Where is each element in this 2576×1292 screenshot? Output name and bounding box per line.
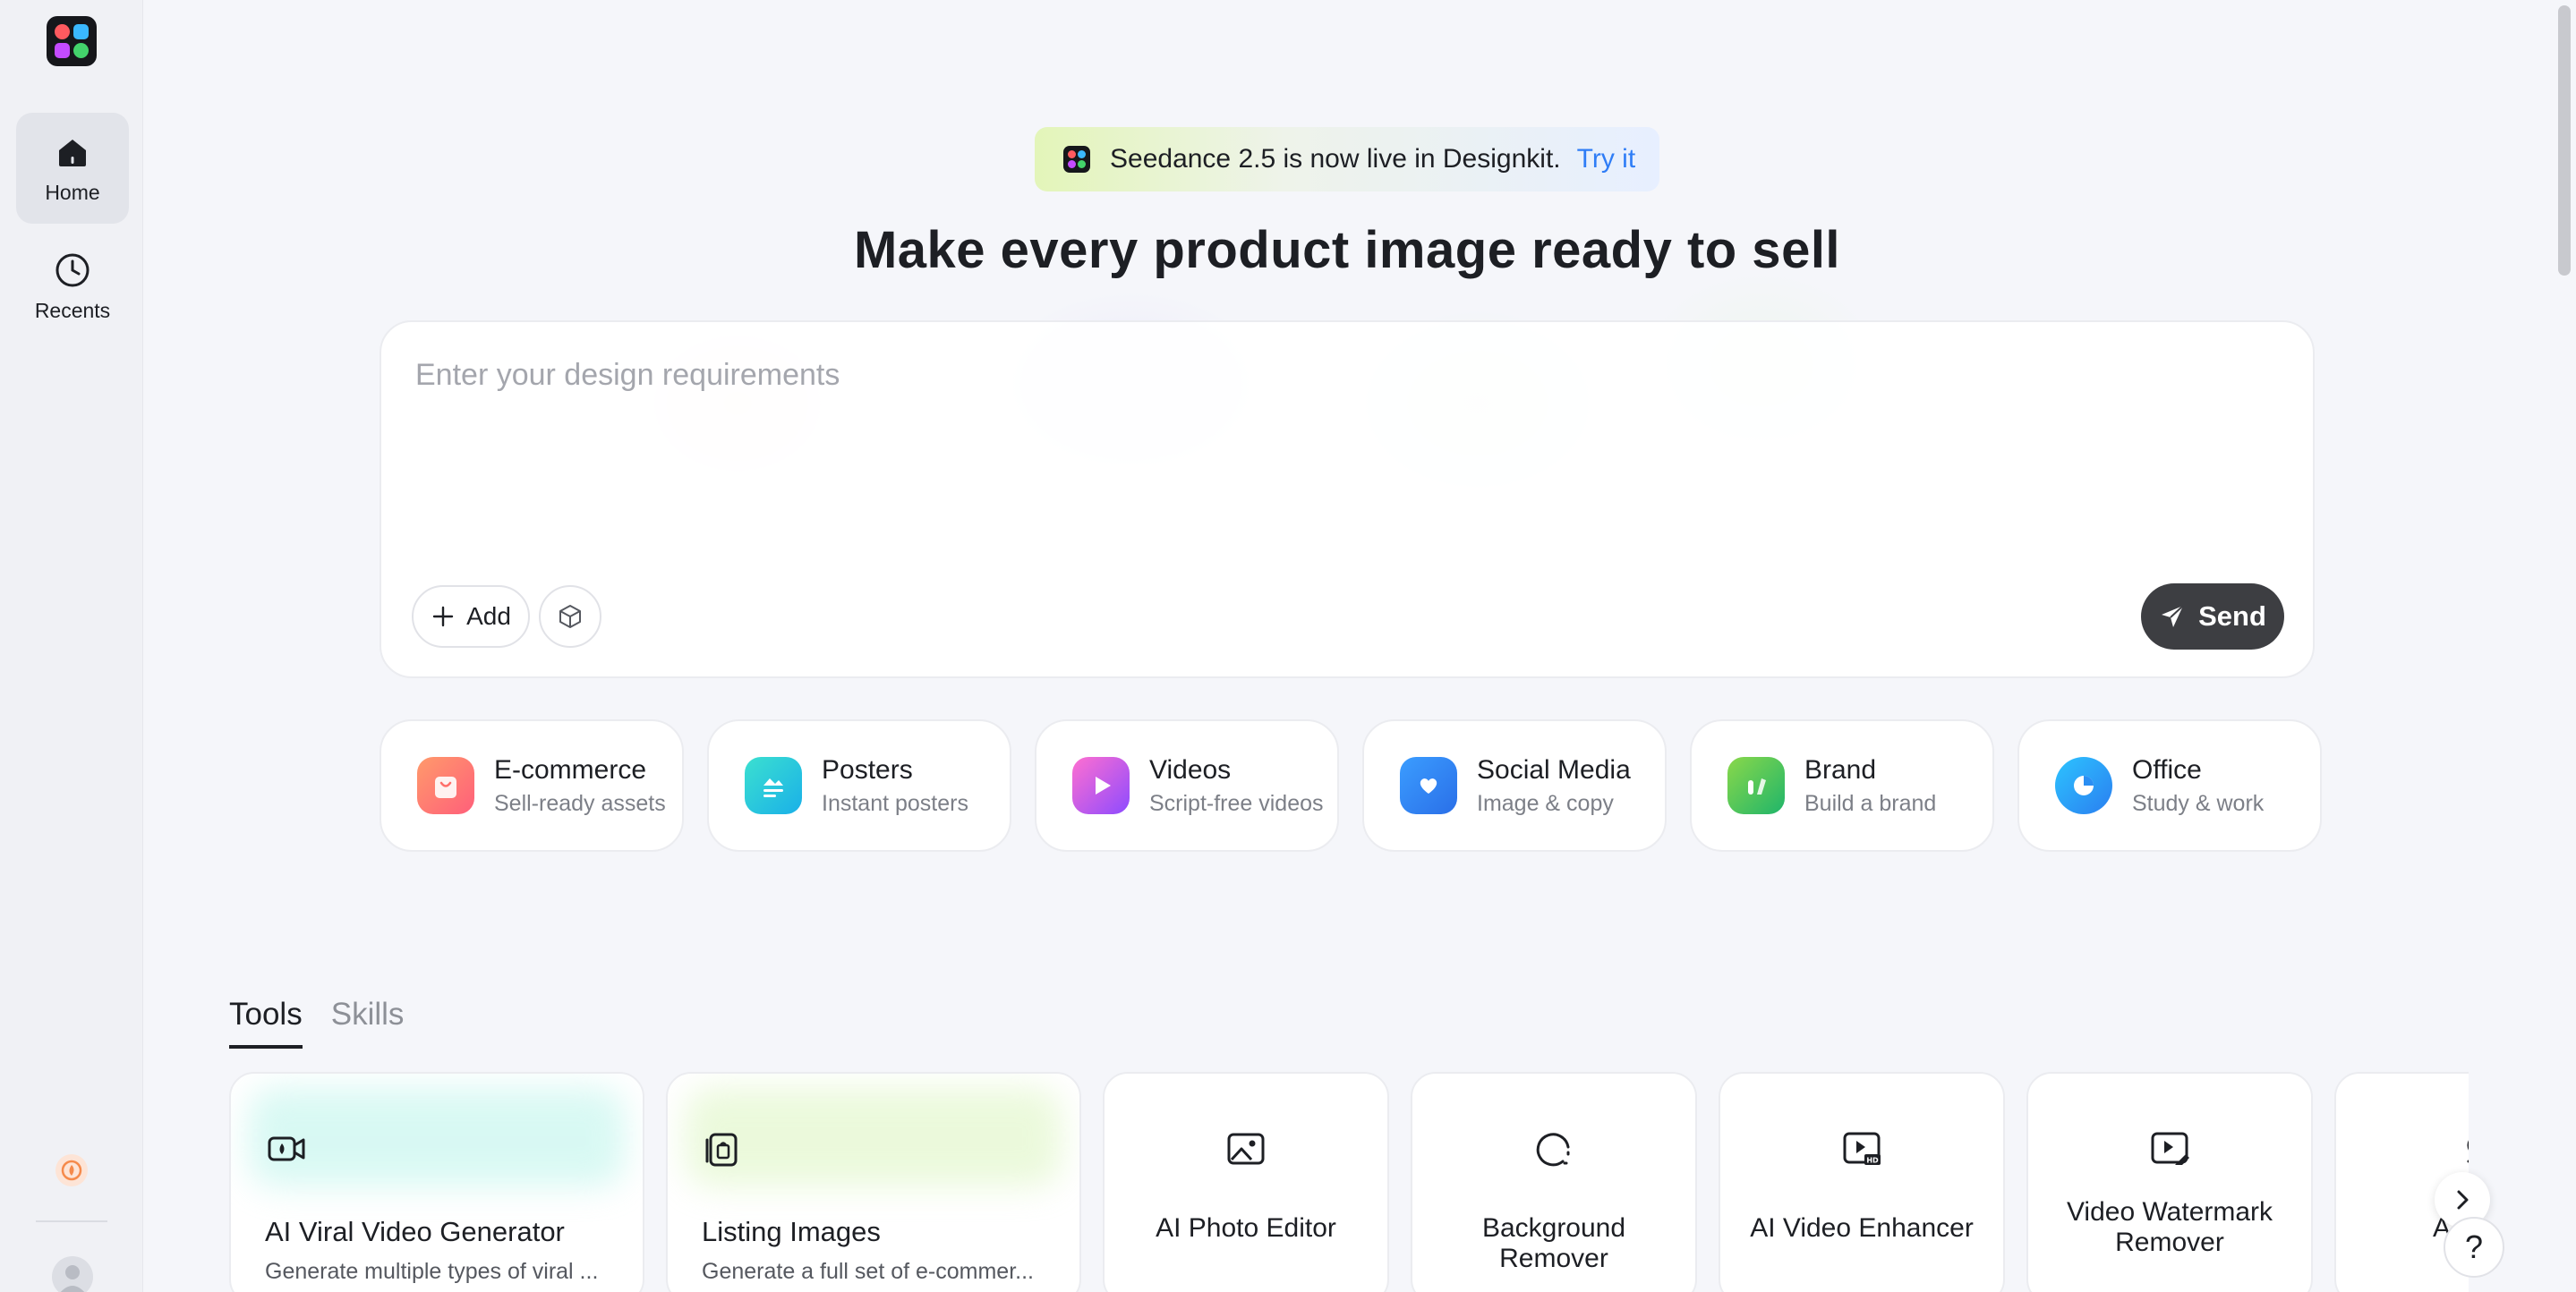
tool-name: Listing Images [702, 1216, 881, 1247]
category-subtitle: Script-free videos [1149, 790, 1324, 816]
category-subtitle: Build a brand [1804, 790, 1937, 816]
announcement-banner[interactable]: Seedance 2.5 is now live in Designkit. T… [1035, 127, 1659, 191]
tool-description: Generate multiple types of viral ... [265, 1259, 599, 1284]
send-button-label: Send [2198, 600, 2266, 632]
category-title: E-commerce [494, 754, 647, 785]
category-ecommerce[interactable]: E-commerce Sell-ready assets [380, 719, 684, 852]
shopping-bag-icon [417, 757, 474, 814]
send-icon [2162, 605, 2184, 627]
listing-image-icon [705, 1133, 738, 1167]
tool-name: AI Photo Editor [1156, 1213, 1336, 1243]
sidebar-divider [36, 1220, 107, 1222]
model-select-button[interactable] [539, 585, 601, 648]
background-remove-icon [1536, 1133, 1570, 1167]
help-button[interactable]: ? [2444, 1217, 2504, 1278]
video-camera-icon [268, 1136, 305, 1161]
tool-description: Generate a full set of e-commer... [702, 1259, 1034, 1284]
sidebar-item-label: Home [45, 180, 100, 204]
design-requirements-input[interactable] [415, 358, 2277, 537]
app-logo[interactable] [47, 16, 97, 66]
banner-try-it-link[interactable]: Try it [1577, 144, 1636, 174]
add-button-label: Add [466, 602, 511, 630]
tool-ai-viral-video-generator[interactable]: AI Viral Video Generator Generate multip… [229, 1072, 644, 1292]
tool-background-remover[interactable]: Background Remover [1411, 1072, 1697, 1292]
plus-icon [432, 606, 454, 627]
category-title: Office [2132, 754, 2202, 785]
tool-listing-images[interactable]: Listing Images Generate a full set of e-… [666, 1072, 1081, 1292]
category-videos[interactable]: Videos Script-free videos [1035, 719, 1339, 852]
tool-name: Background Remover [1481, 1213, 1626, 1273]
avatar[interactable] [52, 1256, 93, 1292]
category-title: Videos [1149, 754, 1232, 785]
chevron-right-icon [2457, 1190, 2469, 1210]
heart-chat-icon [1400, 757, 1457, 814]
sidebar-item-label: Recents [34, 298, 111, 322]
svg-text:HD: HD [1866, 1157, 1879, 1165]
tool-ai-photo-editor[interactable]: AI Photo Editor [1103, 1072, 1389, 1292]
play-icon [1072, 757, 1130, 814]
pie-chart-icon [2055, 757, 2112, 814]
tab-tools[interactable]: Tools [229, 997, 303, 1049]
tools-skills-tabs: Tools Skills [229, 997, 404, 1049]
send-button[interactable]: Send [2141, 583, 2284, 650]
category-title: Brand [1804, 754, 1877, 785]
category-subtitle: Image & copy [1477, 790, 1614, 816]
video-hd-icon: HD [1843, 1132, 1881, 1165]
object-icon [2467, 1140, 2469, 1163]
category-title: Posters [822, 754, 913, 785]
photo-icon [1227, 1133, 1265, 1165]
sidebar-item-home[interactable]: Home [16, 113, 129, 224]
category-subtitle: Study & work [2132, 790, 2265, 816]
tools-carousel: AI Viral Video Generator Generate multip… [229, 1072, 2469, 1292]
add-button[interactable]: Add [412, 585, 530, 648]
category-subtitle: Instant posters [822, 790, 968, 816]
scrollbar-thumb[interactable] [2558, 5, 2571, 276]
banner-text: Seedance 2.5 is now live in Designkit. [1110, 144, 1561, 174]
category-brand[interactable]: Brand Build a brand [1690, 719, 1994, 852]
category-social-media[interactable]: Social Media Image & copy [1362, 719, 1667, 852]
tool-name: AI Viral Video Generator [265, 1216, 565, 1247]
sidebar: Home Recents [0, 0, 143, 1292]
cube-icon [559, 605, 581, 628]
category-row: E-commerce Sell-ready assets Posters Insta… [380, 719, 2322, 852]
page-scrollbar[interactable] [2551, 0, 2576, 1292]
designkit-logo-icon [1063, 146, 1090, 173]
page-title: Make every product image ready to sell [853, 221, 1841, 279]
category-posters[interactable]: Posters Instant posters [707, 719, 1011, 852]
tab-skills[interactable]: Skills [331, 997, 405, 1049]
home-icon [59, 139, 86, 166]
category-subtitle: Sell-ready assets [494, 790, 666, 816]
video-erase-icon [2151, 1132, 2189, 1165]
prompt-box: Add Send [380, 320, 2315, 678]
tool-name: AI Video Enhancer [1750, 1213, 1974, 1243]
tool-video-watermark-remover[interactable]: Video Watermark Remover [2026, 1072, 2313, 1292]
category-office[interactable]: Office Study & work [2017, 719, 2322, 852]
tool-ai-video-enhancer[interactable]: HD AI Video Enhancer [1719, 1072, 2005, 1292]
credits-icon[interactable] [55, 1154, 88, 1186]
tool-name: Video Watermark Remover [2066, 1197, 2273, 1257]
brand-icon [1727, 757, 1785, 814]
category-title: Social Media [1477, 754, 1631, 785]
poster-icon [745, 757, 802, 814]
